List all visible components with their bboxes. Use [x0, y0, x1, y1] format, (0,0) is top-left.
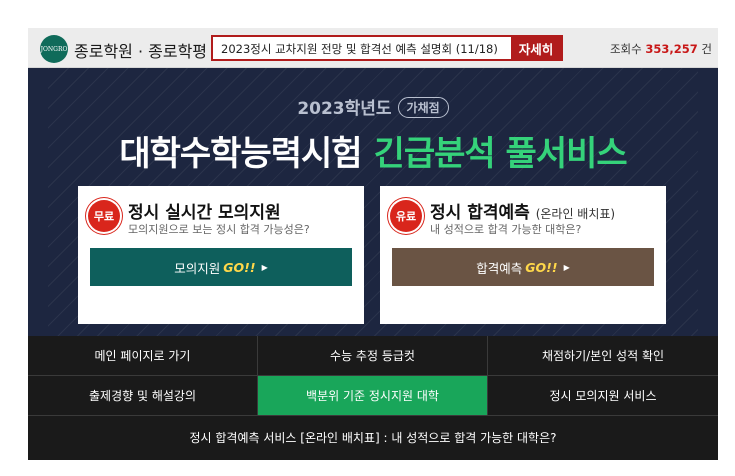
nav-grade-cut[interactable]: 수능 추정 등급컷 [258, 336, 488, 376]
free-badge: 무료 [88, 200, 120, 232]
nav-scoring[interactable]: 채점하기/본인 성적 확인 [488, 336, 718, 376]
pass-prediction-title-text: 정시 합격예측 [430, 203, 530, 223]
headline-service-name: 긴급분석 풀서비스 [373, 134, 628, 174]
mock-application-title-text: 정시 실시간 모의지원 [128, 203, 281, 223]
logo-text: JONGRO [40, 45, 68, 53]
notice-detail-button[interactable]: 자세히 [511, 37, 561, 59]
nav-mock-application-service[interactable]: 정시 모의지원 서비스 [488, 376, 718, 416]
pass-prediction-subtitle: (온라인 배치표) [535, 207, 616, 221]
visit-count: 353,257 [645, 42, 698, 56]
visit-counter: 조회수 353,257 건 [610, 41, 712, 57]
pass-prediction-title: 정시 합격예측 (온라인 배치표) [430, 198, 615, 223]
nav-percentile-universities[interactable]: 백분위 기준 정시지원 대학 [258, 376, 488, 416]
mock-application-go-label: GO!! [223, 259, 256, 275]
brand-title[interactable]: 종로학원 · 종로학평 [74, 38, 207, 62]
notice-banner[interactable]: 2023정시 교차지원 전망 및 합격선 예측 설명회 (11/18) 자세히 [211, 35, 563, 61]
paid-badge: 유료 [390, 200, 422, 232]
nav-exam-analysis-lecture[interactable]: 출제경향 및 해설강의 [28, 376, 258, 416]
visit-label: 조회수 [609, 42, 642, 56]
headline-exam-name: 대학수학능력시험 [119, 134, 362, 174]
nav-pass-prediction-service[interactable]: 정시 합격예측 서비스 [온라인 배치표] : 내 성적으로 합격 가능한 대학… [28, 416, 718, 458]
mock-application-title: 정시 실시간 모의지원 [128, 198, 281, 223]
hero-headline: 대학수학능력시험 긴급분석 풀서비스 [28, 126, 718, 175]
pass-prediction-go-label: GO!! [525, 259, 558, 275]
jongro-logo[interactable]: JONGRO [40, 35, 68, 63]
nav-main-page[interactable]: 메인 페이지로 가기 [28, 336, 258, 376]
hero-banner: 2023학년도 가채점 대학수학능력시험 긴급분석 풀서비스 무료 정시 실시간 모… [28, 68, 718, 336]
exam-year: 2023학년도 가채점 [28, 94, 718, 119]
mock-application-desc: 모의지원으로 보는 정시 합격 가능성은? [128, 223, 310, 236]
mock-application-button-label: 모의지원 [174, 260, 221, 276]
mock-application-go-button[interactable]: 모의지원 GO!! ▶ [90, 248, 352, 286]
provisional-score-tag: 가채점 [397, 97, 449, 118]
pass-prediction-button-label: 합격예측 [476, 260, 523, 276]
mock-application-card: 무료 정시 실시간 모의지원 모의지원으로 보는 정시 합격 가능성은? 모의지… [78, 186, 364, 324]
pass-prediction-go-button[interactable]: 합격예측 GO!! ▶ [392, 248, 654, 286]
arrow-right-icon: ▶ [261, 262, 268, 272]
pass-prediction-card: 유료 정시 합격예측 (온라인 배치표) 내 성적으로 합격 가능한 대학은? … [380, 186, 666, 324]
page: JONGRO 종로학원 · 종로학평 2023정시 교차지원 전망 및 합격선 … [28, 28, 718, 460]
service-nav-grid: 메인 페이지로 가기 수능 추정 등급컷 채점하기/본인 성적 확인 출제경향 … [28, 336, 718, 460]
top-bar: JONGRO 종로학원 · 종로학평 2023정시 교차지원 전망 및 합격선 … [28, 28, 718, 68]
exam-year-text: 2023학년도 [297, 99, 392, 119]
arrow-right-icon: ▶ [563, 262, 570, 272]
notice-text[interactable]: 2023정시 교차지원 전망 및 합격선 예측 설명회 (11/18) [221, 41, 498, 57]
visit-unit: 건 [701, 42, 712, 56]
pass-prediction-desc: 내 성적으로 합격 가능한 대학은? [430, 223, 582, 236]
